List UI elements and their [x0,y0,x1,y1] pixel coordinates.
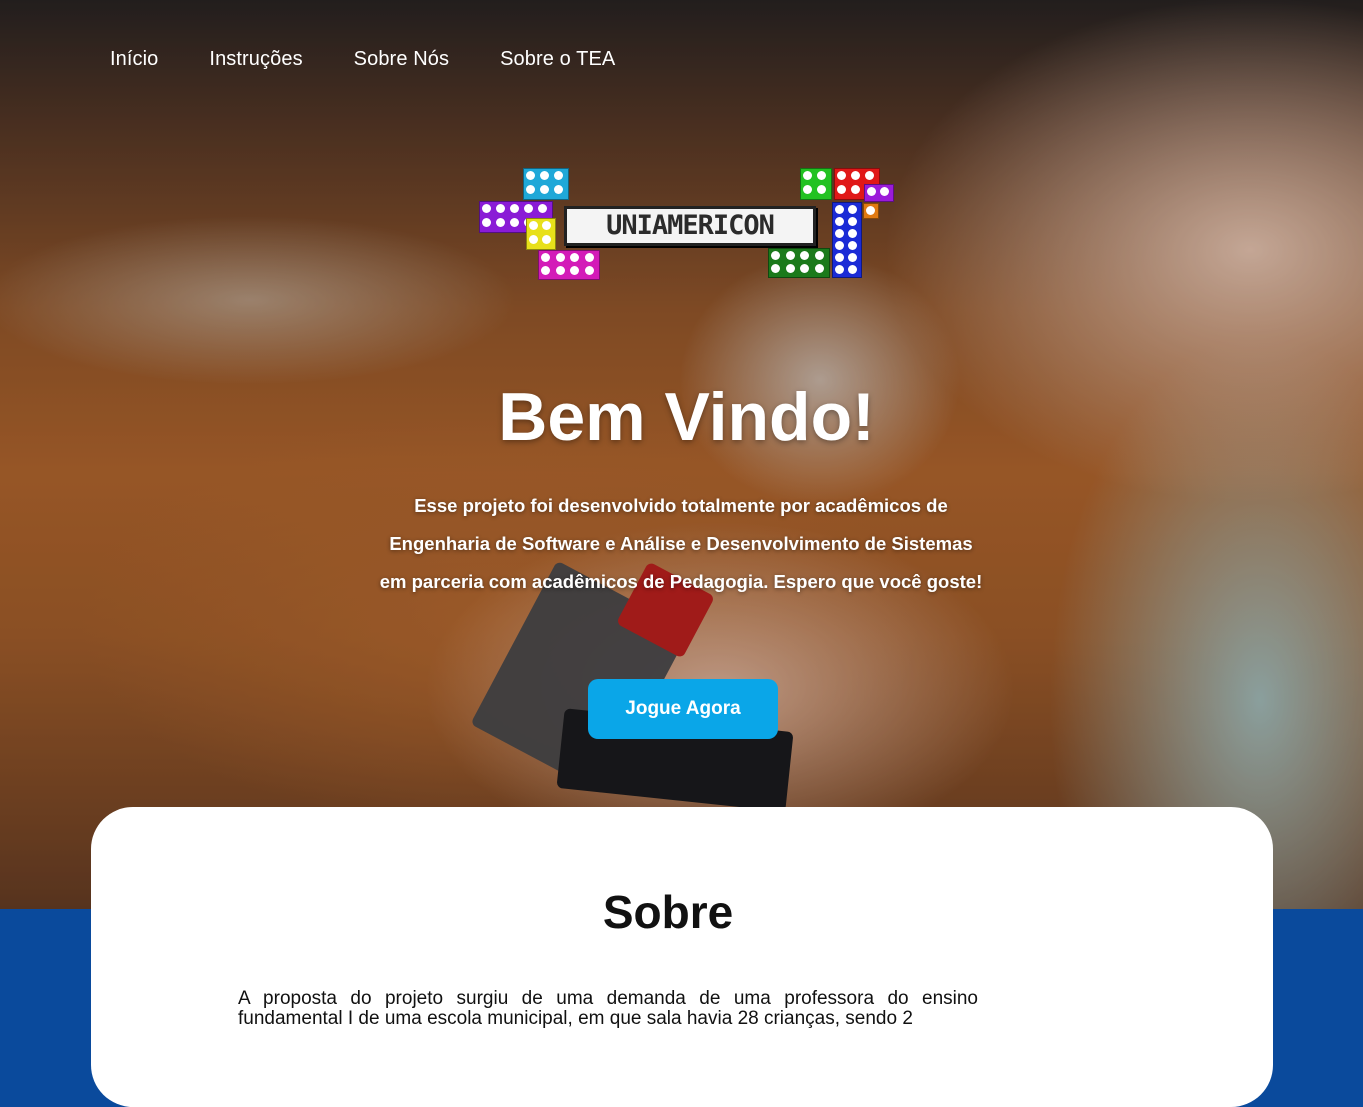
logo-brick-yellow [526,218,556,250]
hero-description-line: Engenharia de Software e Análise e Desen… [389,533,973,554]
nav-sobre-nos[interactable]: Sobre Nós [354,48,449,71]
logo-brick-green [800,168,832,200]
nav-instrucoes[interactable]: Instruções [209,48,302,71]
hero-description-line: em parceria com acadêmicos de Pedagogia.… [379,571,983,592]
logo-brick-blue [832,202,862,278]
logo-brick-cyan [523,168,569,200]
logo-brick-orange [863,203,879,219]
main-nav: Início Instruções Sobre Nós Sobre o TEA [110,48,666,71]
hero-description: Esse projeto foi desenvolvido totalmente… [331,487,1031,601]
play-now-button[interactable]: Jogue Agora [588,679,778,739]
logo-brick-darkgreen [768,248,830,278]
logo-brick-magenta [538,250,600,280]
nav-sobre-tea[interactable]: Sobre o TEA [500,48,615,71]
about-card: Sobre A proposta do projeto surgiu de um… [91,807,1273,1107]
uniamericon-logo: UNIAMERICON [478,166,896,282]
logo-wordmark: UNIAMERICON [564,206,816,246]
hero-description-line: Esse projeto foi desenvolvido totalmente… [414,495,948,516]
hero-title: Bem Vindo! [498,379,875,455]
about-text: A proposta do projeto surgiu de uma dema… [238,988,978,1029]
logo-brick-violet [864,184,894,202]
about-title: Sobre [602,886,734,938]
nav-inicio[interactable]: Início [110,48,158,71]
